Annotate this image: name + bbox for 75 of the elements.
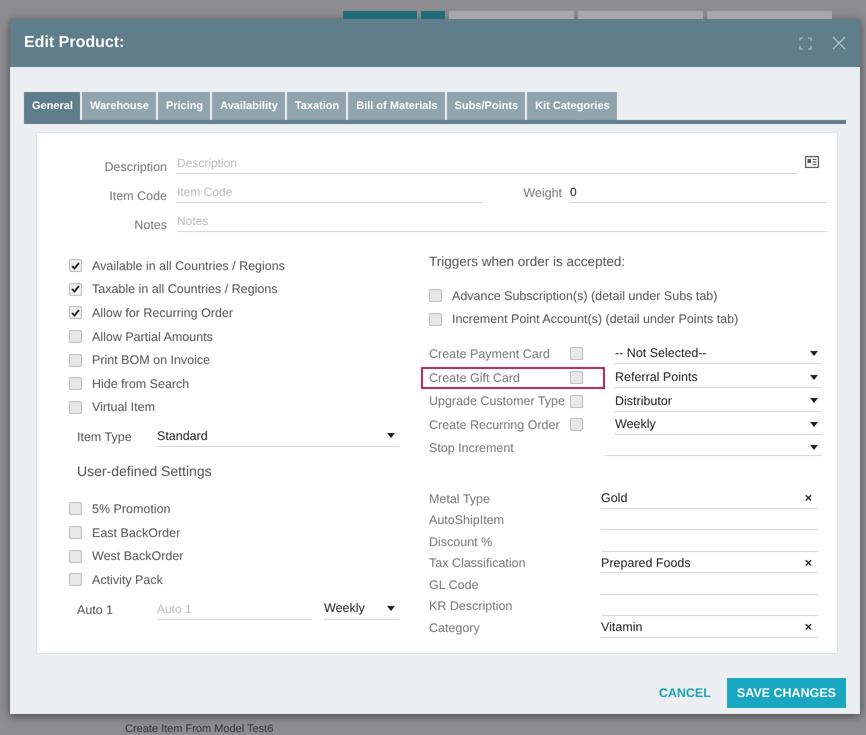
checkbox-label: Increment Point Account(s) (detail under Points tab): [452, 312, 738, 326]
checkbox[interactable]: [570, 418, 583, 432]
field-label: Notes: [133, 218, 168, 232]
field-label: Auto 1: [76, 602, 114, 619]
checkbox-label: Allow for Recurring Order: [92, 306, 234, 320]
checkbox[interactable]: [429, 289, 442, 302]
dropdown[interactable]: Weekly: [615, 414, 822, 436]
section-heading: User-defined Settings: [77, 463, 213, 480]
field-label: Create Payment Card: [429, 346, 550, 361]
contact-card-icon[interactable]: [805, 156, 819, 168]
checkbox[interactable]: [69, 354, 82, 367]
window-title: Edit Product:: [24, 34, 124, 52]
checkbox[interactable]: [429, 312, 442, 326]
field-label: KR Description: [429, 599, 514, 614]
item-type-dropdown[interactable]: Standard: [157, 425, 399, 448]
checkbox-label: Print BOM on Invoice: [92, 353, 210, 368]
checkbox-label: Advance Subscription(s) (detail under Subs tab): [452, 288, 718, 303]
field-label: Tax Classification: [429, 556, 527, 570]
checkbox[interactable]: [69, 377, 82, 390]
checkbox-label: East BackOrder: [92, 526, 180, 540]
checkbox[interactable]: [69, 259, 82, 272]
dropdown[interactable]: -- Not Selected--: [615, 343, 822, 364]
field-label: Metal Type: [429, 492, 491, 506]
checkbox-label: Available in all Countries / Regions: [92, 258, 285, 273]
caret-icon: [387, 433, 395, 438]
checkbox-label: Activity Pack: [92, 572, 163, 587]
checkbox[interactable]: [570, 394, 583, 408]
checkbox[interactable]: [570, 371, 583, 384]
checkbox-label: 5% Promotion: [92, 502, 171, 516]
caret-icon: [810, 445, 818, 450]
field-label: Stop Increment: [429, 441, 514, 456]
close-icon[interactable]: [832, 36, 846, 50]
checkbox[interactable]: [69, 550, 82, 563]
field-label: Item Type: [76, 430, 133, 446]
dropdown[interactable]: Referral Points: [615, 367, 822, 388]
field-label: Description: [103, 160, 168, 174]
custom-field[interactable]: Gold ×: [601, 488, 818, 509]
field-label: AutoShipItem: [429, 513, 506, 528]
caret-icon: [810, 350, 818, 356]
field-label: Item Code: [108, 189, 168, 203]
field-label: Create Gift Card: [429, 370, 520, 385]
field-label: Weight: [522, 186, 563, 202]
caret-icon: [810, 374, 818, 380]
checkbox[interactable]: [69, 282, 82, 296]
clear-button[interactable]: ×: [804, 620, 812, 634]
clear-button[interactable]: ×: [804, 556, 812, 570]
checkbox-label: Virtual Item: [92, 400, 155, 414]
checkbox[interactable]: [570, 347, 583, 360]
checkbox[interactable]: [69, 573, 82, 586]
checkbox-label: Hide from Search: [92, 376, 190, 391]
checkbox[interactable]: [69, 306, 82, 320]
dropdown[interactable]: Distributor: [615, 390, 822, 412]
field-label: Upgrade Customer Type: [429, 394, 565, 408]
field-label: Create Recurring Order: [429, 418, 560, 432]
frequency-dropdown[interactable]: Weekly: [324, 598, 399, 620]
clear-button[interactable]: ×: [804, 491, 812, 506]
field-label: GL Code: [429, 578, 480, 592]
tab[interactable]: General: [24, 92, 80, 120]
fullscreen-icon[interactable]: [799, 36, 812, 50]
checkbox-label: West BackOrder: [92, 549, 184, 564]
checkbox-label: Taxable in all Countries / Regions: [92, 282, 278, 296]
checkbox[interactable]: [69, 526, 82, 540]
field-label: Discount %: [429, 534, 494, 549]
checkbox[interactable]: [69, 502, 82, 516]
custom-field[interactable]: Vitamin ×: [601, 618, 818, 638]
checkbox-label: Allow Partial Amounts: [92, 330, 213, 344]
caret-icon: [810, 398, 818, 404]
background-text: Create Item From Model Test6: [125, 723, 274, 735]
checkbox[interactable]: [69, 330, 82, 344]
caret-icon: [810, 422, 818, 427]
custom-field[interactable]: Prepared Foods ×: [601, 553, 818, 574]
field-label: Category: [429, 620, 481, 635]
section-heading: Triggers when order is accepted:: [429, 254, 626, 269]
checkbox[interactable]: [69, 400, 82, 414]
caret-icon: [387, 606, 395, 611]
